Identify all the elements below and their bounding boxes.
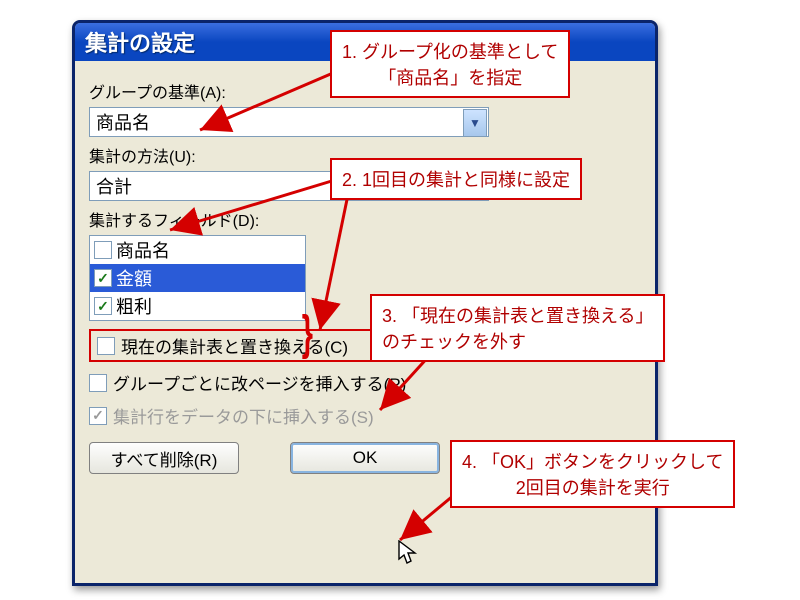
summary-below-option: 集計行をデータの下に挿入する(S): [89, 403, 641, 428]
dialog-title: 集計の設定: [85, 26, 195, 58]
group-by-value: 商品名: [96, 109, 150, 135]
list-item[interactable]: 商品名: [90, 236, 305, 264]
checkbox-icon[interactable]: [89, 374, 107, 392]
dialog-body: グループの基準(A): 商品名 ▼ 集計の方法(U): 合計 ▼ 集計するフィー…: [75, 61, 655, 488]
checkbox-icon[interactable]: [94, 269, 112, 287]
annotation-3: 3. 「現在の集計表と置き換える」 のチェックを外す: [370, 294, 665, 362]
annotation-1: 1. グループ化の基準として 「商品名」を指定: [330, 30, 570, 98]
brace-annotation: }: [302, 306, 313, 361]
fields-label: 集計するフィールド(D):: [89, 207, 641, 231]
page-break-option[interactable]: グループごとに改ページを挿入する(P): [89, 370, 641, 395]
list-item-label: 金額: [116, 265, 152, 291]
checkbox-icon[interactable]: [94, 297, 112, 315]
annotation-2: 2. 1回目の集計と同様に設定: [330, 158, 582, 200]
list-item-label: 粗利: [116, 293, 152, 319]
option-label: 現在の集計表と置き換える(C): [121, 333, 348, 358]
ok-button[interactable]: OK: [290, 442, 440, 474]
list-item[interactable]: 金額: [90, 264, 305, 292]
annotation-4: 4. 「OK」ボタンをクリックして 2回目の集計を実行: [450, 440, 735, 508]
cursor-icon: [398, 540, 418, 566]
group-by-combo[interactable]: 商品名 ▼: [89, 107, 489, 137]
checkbox-icon: [89, 407, 107, 425]
option-label: 集計行をデータの下に挿入する(S): [113, 403, 374, 428]
list-item-label: 商品名: [116, 237, 170, 263]
checkbox-icon[interactable]: [94, 241, 112, 259]
option-label: グループごとに改ページを挿入する(P): [113, 370, 406, 395]
checkbox-icon[interactable]: [97, 337, 115, 355]
dropdown-icon[interactable]: ▼: [463, 109, 487, 137]
remove-all-button[interactable]: すべて削除(R): [89, 442, 239, 474]
fields-listbox[interactable]: 商品名 金額 粗利: [89, 235, 306, 321]
method-value: 合計: [96, 173, 132, 199]
list-item[interactable]: 粗利: [90, 292, 305, 320]
